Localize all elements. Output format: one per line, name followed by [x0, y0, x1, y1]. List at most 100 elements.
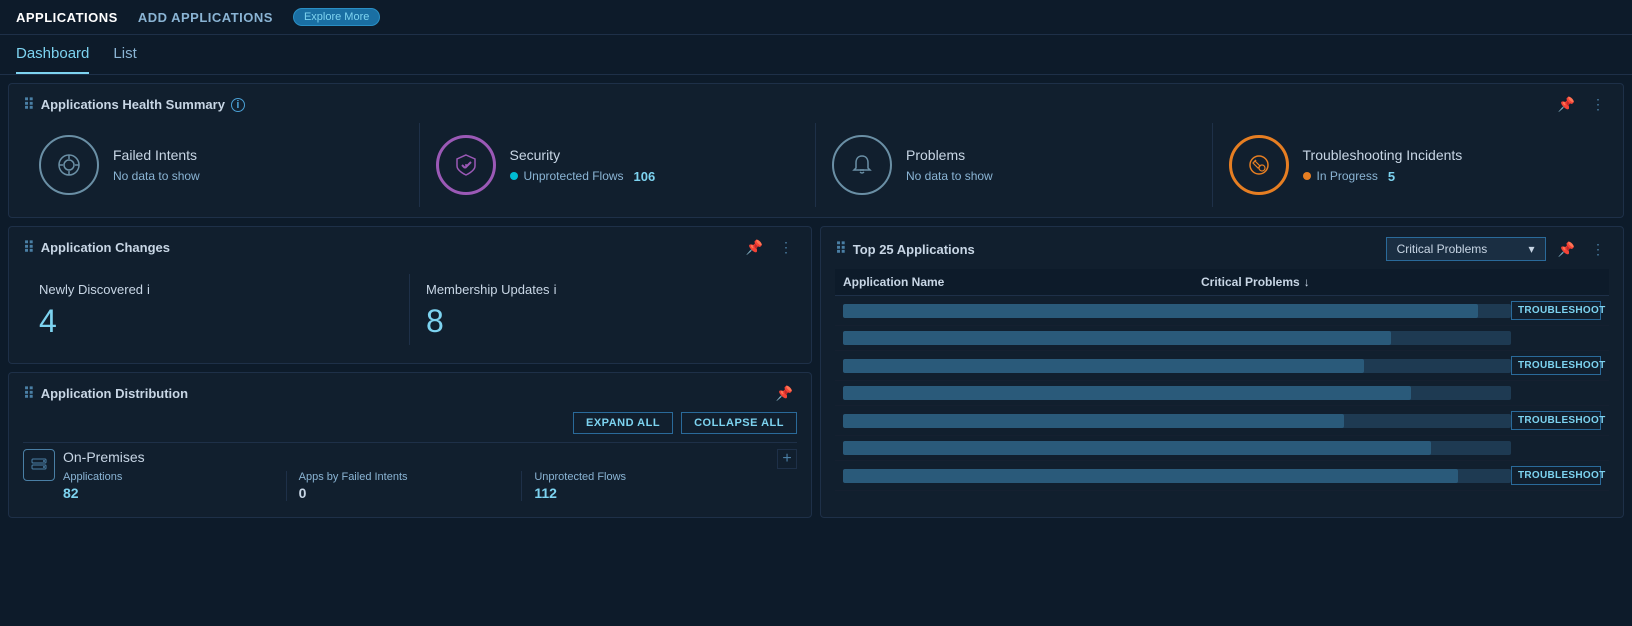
bar-fill-3 — [843, 359, 1364, 373]
drag-icon-top25: ⠿ — [835, 239, 847, 259]
on-premises-icon — [23, 449, 55, 481]
changes-grid: Newly Discovered i 4 Membership Updates … — [23, 266, 797, 353]
unprotected-flows-value: 106 — [634, 169, 656, 184]
troubleshoot-btn-7[interactable]: TROUBLESHOOT — [1511, 466, 1601, 485]
bar-fill-4 — [843, 386, 1411, 400]
drag-icon-changes: ⠿ — [23, 238, 35, 258]
left-column: ⠿ Application Changes 📌 ⋮ Newly Discover… — [8, 226, 812, 518]
shield-icon — [453, 152, 479, 178]
health-summary-title: Applications Health Summary — [41, 97, 225, 112]
troubleshooting-label: Troubleshooting Incidents — [1303, 147, 1594, 163]
col-app-name: Application Name — [843, 275, 1201, 289]
dropdown-value: Critical Problems — [1397, 242, 1488, 256]
collapse-all-button[interactable]: COLLAPSE ALL — [681, 412, 797, 434]
app-distribution-title: Application Distribution — [41, 386, 188, 401]
newly-discovered: Newly Discovered i 4 — [23, 274, 410, 345]
health-card-security: Security Unprotected Flows 106 — [420, 123, 817, 207]
health-summary-header: ⠿ Applications Health Summary i 📌 ⋮ — [23, 94, 1609, 115]
top25-row-6 — [835, 436, 1609, 461]
nav-applications[interactable]: APPLICATIONS — [16, 10, 118, 25]
right-column: ⠿ Top 25 Applications Critical Problems … — [820, 226, 1624, 518]
on-premises-expand[interactable]: + — [777, 449, 797, 469]
troubleshoot-btn-1[interactable]: TROUBLESHOOT — [1511, 301, 1601, 320]
stat-applications-label: Applications — [63, 471, 274, 483]
app-distribution-header: ⠿ Application Distribution 📌 — [23, 383, 797, 404]
more-button-changes[interactable]: ⋮ — [775, 237, 797, 258]
top25-title: Top 25 Applications — [853, 242, 975, 257]
top25-row-7: TROUBLESHOOT — [835, 461, 1609, 491]
health-summary-actions: 📌 ⋮ — [1554, 94, 1609, 115]
in-progress-label: In Progress — [1317, 169, 1378, 183]
stat-applications-value: 82 — [63, 485, 274, 501]
top25-row-4 — [835, 381, 1609, 406]
top25-section: ⠿ Top 25 Applications Critical Problems … — [820, 226, 1624, 518]
in-progress-dot — [1303, 172, 1311, 180]
security-info: Security Unprotected Flows 106 — [510, 147, 800, 184]
top25-row-5: TROUBLESHOOT — [835, 406, 1609, 436]
problems-icon-circle — [832, 135, 892, 195]
troubleshoot-btn-3[interactable]: TROUBLESHOOT — [1511, 356, 1601, 375]
app-distribution-actions: 📌 — [772, 383, 797, 404]
troubleshoot-btn-5[interactable]: TROUBLESHOOT — [1511, 411, 1601, 430]
sort-icon[interactable]: ↓ — [1304, 275, 1310, 289]
bar-fill-5 — [843, 414, 1344, 428]
on-premises-name: On-Premises — [63, 449, 769, 465]
bar-cell-6 — [843, 441, 1511, 455]
membership-updates-value: 8 — [426, 305, 781, 337]
dist-actions: EXPAND ALL COLLAPSE ALL — [23, 412, 797, 434]
top25-row-2 — [835, 326, 1609, 351]
troubleshooting-icon-circle — [1229, 135, 1289, 195]
stat-failed-intents-value: 0 — [299, 485, 510, 501]
unprotected-flows-label: Unprotected Flows — [524, 169, 624, 183]
more-button-top25[interactable]: ⋮ — [1587, 239, 1609, 260]
bar-fill-2 — [843, 331, 1391, 345]
pin-button[interactable]: 📌 — [1554, 94, 1579, 115]
newly-discovered-value: 4 — [39, 305, 393, 337]
drag-icon-dist: ⠿ — [23, 384, 35, 404]
info-icon[interactable]: i — [231, 98, 245, 112]
problems-info: Problems No data to show — [906, 147, 1196, 183]
bar-cell-3 — [843, 359, 1511, 373]
tab-dashboard[interactable]: Dashboard — [16, 35, 89, 74]
app-changes-header: ⠿ Application Changes 📌 ⋮ — [23, 237, 797, 258]
health-card-troubleshooting: Troubleshooting Incidents In Progress 5 — [1213, 123, 1610, 207]
top25-row-3: TROUBLESHOOT — [835, 351, 1609, 381]
chevron-down-icon: ▾ — [1529, 242, 1535, 256]
bar-cell-5 — [843, 414, 1511, 428]
critical-problems-dropdown[interactable]: Critical Problems ▾ — [1386, 237, 1546, 261]
failed-intents-label: Failed Intents — [113, 147, 403, 163]
wrench-icon — [1246, 152, 1272, 178]
app-changes-title: Application Changes — [41, 240, 170, 255]
more-button[interactable]: ⋮ — [1587, 94, 1609, 115]
top25-header: ⠿ Top 25 Applications Critical Problems … — [835, 237, 1609, 261]
pin-button-top25[interactable]: 📌 — [1554, 239, 1579, 260]
expand-all-button[interactable]: EXPAND ALL — [573, 412, 673, 434]
bar-cell-4 — [843, 386, 1511, 400]
health-summary-grid: Failed Intents No data to show Security — [23, 123, 1609, 207]
failed-intents-icon — [39, 135, 99, 195]
unprotected-flows-dot — [510, 172, 518, 180]
app-distribution-section: ⠿ Application Distribution 📌 EXPAND ALL … — [8, 372, 812, 518]
target-icon — [55, 151, 83, 179]
app-distribution-title-group: ⠿ Application Distribution — [23, 384, 188, 404]
col-critical-label: Critical Problems — [1201, 275, 1300, 289]
nav-add-applications[interactable]: ADD APPLICATIONS — [138, 10, 273, 25]
server-icon — [30, 456, 48, 474]
info-icon-membership[interactable]: i — [554, 282, 557, 297]
stat-unprotected-flows: Unprotected Flows 112 — [534, 471, 757, 501]
tab-nav: Dashboard List — [0, 35, 1632, 75]
bar-fill-7 — [843, 469, 1458, 483]
health-summary-title-group: ⠿ Applications Health Summary i — [23, 95, 245, 115]
app-changes-actions: 📌 ⋮ — [742, 237, 797, 258]
pin-button-changes[interactable]: 📌 — [742, 237, 767, 258]
top25-row-1: TROUBLESHOOT — [835, 296, 1609, 326]
on-premises-stats: Applications 82 Apps by Failed Intents 0… — [63, 471, 769, 501]
security-label: Security — [510, 147, 800, 163]
col-critical: Critical Problems ↓ — [1201, 275, 1501, 289]
pin-button-dist[interactable]: 📌 — [772, 383, 797, 404]
stat-failed-intents: Apps by Failed Intents 0 — [299, 471, 523, 501]
bar-fill-1 — [843, 304, 1478, 318]
explore-more-button[interactable]: Explore More — [293, 8, 380, 26]
info-icon-newly[interactable]: i — [147, 282, 150, 297]
tab-list[interactable]: List — [113, 35, 136, 74]
